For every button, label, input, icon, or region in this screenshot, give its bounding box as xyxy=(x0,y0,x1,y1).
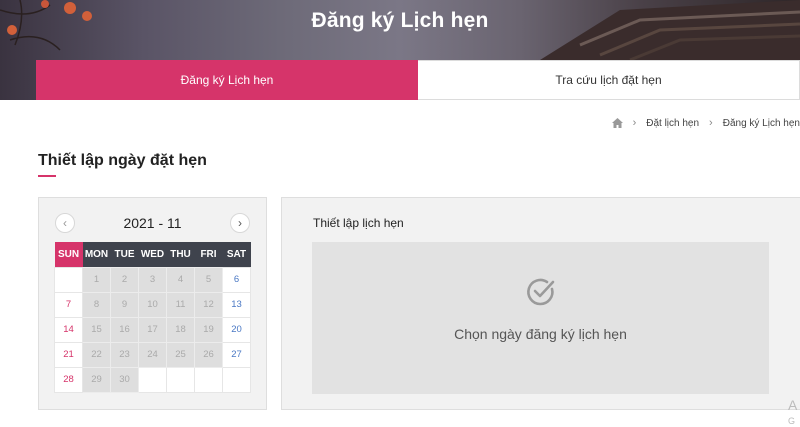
calendar-day-19: 19 xyxy=(194,316,223,343)
calendar-day-28[interactable]: 28 xyxy=(54,366,83,393)
calendar-day-15: 15 xyxy=(82,316,111,343)
tab-lookup-appointment[interactable]: Tra cứu lịch đặt hẹn xyxy=(418,60,800,100)
calendar-day-18: 18 xyxy=(166,316,195,343)
weekday-fri: FRI xyxy=(194,242,223,267)
calendar-empty-cell xyxy=(222,366,251,393)
calendar-day-20[interactable]: 20 xyxy=(222,316,251,343)
calendar-day-24: 24 xyxy=(138,341,167,368)
calendar-day-1: 1 xyxy=(82,266,111,293)
calendar-day-3: 3 xyxy=(138,266,167,293)
empty-state-box: Chọn ngày đăng ký lịch hẹn xyxy=(312,242,769,394)
calendar-day-6[interactable]: 6 xyxy=(222,266,251,293)
calendar-day-23: 23 xyxy=(110,341,139,368)
home-icon[interactable] xyxy=(611,118,623,128)
tab-bar: Đăng ký Lịch hẹn Tra cứu lịch đặt hẹn xyxy=(36,60,800,100)
check-circle-icon xyxy=(527,278,555,306)
next-month-button[interactable]: › xyxy=(230,213,250,233)
calendar-grid: SUN MON TUE WED THU FRI SAT 1 2 3 4 5 6 7 8 9 10 11 12 13 1… xyxy=(54,242,251,393)
weekday-thu: THU xyxy=(166,242,195,267)
calendar-day-27[interactable]: 27 xyxy=(222,341,251,368)
weekday-header-row: SUN MON TUE WED THU FRI SAT xyxy=(54,242,251,267)
tab-register-appointment[interactable]: Đăng ký Lịch hẹn xyxy=(36,60,418,100)
calendar-day-12: 12 xyxy=(194,291,223,318)
weekday-sat: SAT xyxy=(222,242,251,267)
calendar-day-9: 9 xyxy=(110,291,139,318)
breadcrumb-item-register-appointment: Đăng ký Lịch hẹn xyxy=(722,117,800,129)
empty-state-message: Chọn ngày đăng ký lịch hẹn xyxy=(454,326,627,342)
calendar-day-14[interactable]: 14 xyxy=(54,316,83,343)
calendar-day-25: 25 xyxy=(166,341,195,368)
calendar-day-17: 17 xyxy=(138,316,167,343)
calendar-day-8: 8 xyxy=(82,291,111,318)
panel-title: Thiết lập lịch hẹn xyxy=(313,216,404,230)
section-title-underline xyxy=(38,175,56,177)
calendar-day-2: 2 xyxy=(110,266,139,293)
calendar-day-26: 26 xyxy=(194,341,223,368)
calendar-day-13[interactable]: 13 xyxy=(222,291,251,318)
breadcrumb: › Đặt lịch hẹn › Đăng ký Lịch hẹn xyxy=(611,117,800,129)
calendar-day-29: 29 xyxy=(82,366,111,393)
calendar-empty-cell xyxy=(54,266,83,293)
calendar-day-30: 30 xyxy=(110,366,139,393)
calendar-day-4: 4 xyxy=(166,266,195,293)
calendar-header: ‹ 2021 - 11 › xyxy=(39,212,266,236)
weekday-tue: TUE xyxy=(110,242,139,267)
calendar: ‹ 2021 - 11 › SUN MON TUE WED THU FRI SAT 1234… xyxy=(38,197,267,410)
chevron-right-icon: › xyxy=(238,216,242,230)
calendar-day-21[interactable]: 21 xyxy=(54,341,83,368)
calendar-day-11: 11 xyxy=(166,291,195,318)
calendar-week-row: 123456 xyxy=(54,266,251,293)
calendar-day-7[interactable]: 7 xyxy=(54,291,83,318)
calendar-empty-cell xyxy=(166,366,195,393)
chevron-right-icon: › xyxy=(709,117,713,129)
breadcrumb-item-book-appointment[interactable]: Đặt lịch hẹn xyxy=(646,118,699,129)
calendar-empty-cell xyxy=(138,366,167,393)
chevron-right-icon: › xyxy=(632,117,637,129)
edge-clipped-text: A xyxy=(788,397,798,413)
edge-clipped-text-small: G xyxy=(788,416,796,426)
calendar-day-22: 22 xyxy=(82,341,111,368)
calendar-day-10: 10 xyxy=(138,291,167,318)
calendar-week-row: 14 15 16 17 18 19 20 xyxy=(54,316,251,343)
weekday-wed: WED xyxy=(138,242,167,267)
page-title: Đăng ký Lịch hẹn xyxy=(311,9,489,32)
calendar-week-row: 28 29 30 xyxy=(54,366,251,393)
calendar-empty-cell xyxy=(194,366,223,393)
calendar-week-row: 7 8 9 10 11 12 13 xyxy=(54,291,251,318)
calendar-week-row: 21 22 23 24 25 26 27 xyxy=(54,341,251,368)
weekday-sun: SUN xyxy=(54,242,83,267)
section-title: Thiết lập ngày đặt hẹn xyxy=(38,152,207,169)
calendar-day-16: 16 xyxy=(110,316,139,343)
calendar-day-5: 5 xyxy=(194,266,223,293)
calendar-body: 1 2 3 4 5 6 7 8 9 10 11 12 13 14 15 16 17 18 19 20 21 22 23 24 2… xyxy=(54,266,251,393)
appointment-setup-panel: Thiết lập lịch hẹn Chọn ngày đăng ký lịc… xyxy=(281,197,800,410)
weekday-mon: MON xyxy=(82,242,111,267)
